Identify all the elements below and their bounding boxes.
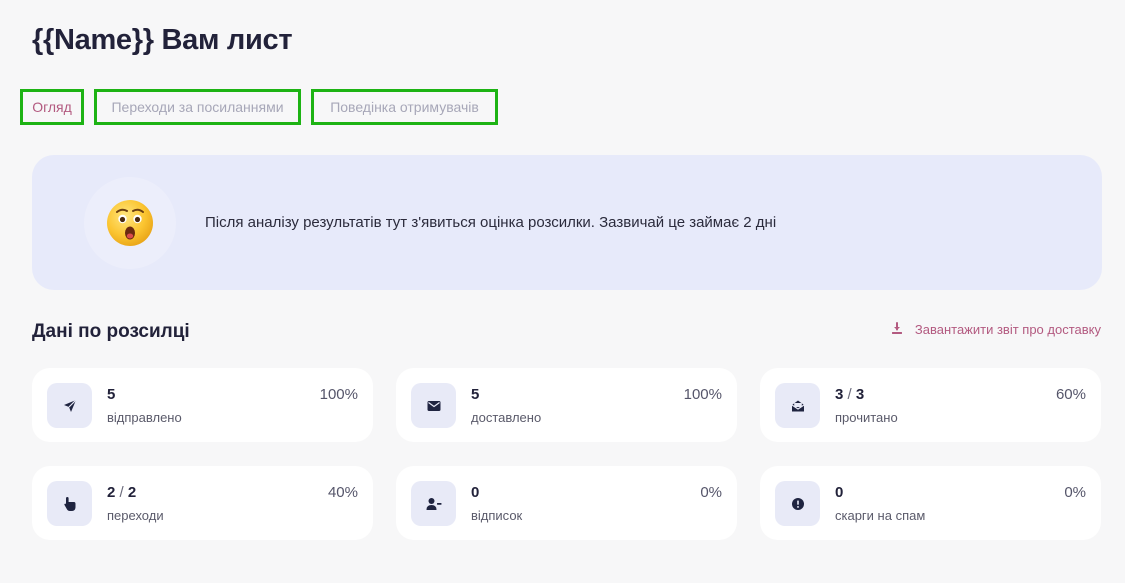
- stat-value: 5: [107, 386, 116, 403]
- stat-percent: 100%: [319, 386, 358, 403]
- download-icon: [891, 322, 903, 337]
- pointer-hand-icon: [47, 481, 92, 526]
- download-report-link[interactable]: Завантажити звіт про доставку: [891, 322, 1101, 337]
- envelope-icon: [411, 383, 456, 428]
- stat-label: прочитано: [835, 410, 898, 425]
- stat-label: доставлено: [471, 410, 542, 425]
- tab-overview[interactable]: Огляд: [20, 89, 84, 125]
- banner-message: Після аналізу результатів тут з'явиться …: [205, 214, 777, 231]
- open-envelope-icon: [775, 383, 820, 428]
- stat-label: відправлено: [107, 410, 182, 425]
- stat-card-delivered: 5 доставлено 100%: [396, 368, 737, 442]
- download-report-label: Завантажити звіт про доставку: [914, 322, 1101, 337]
- section-title: Дані по розсилці: [32, 321, 190, 342]
- stat-value: 0: [835, 484, 844, 501]
- stat-label: відписок: [471, 508, 523, 523]
- stat-card-read: 3 / 3 прочитано 60%: [760, 368, 1101, 442]
- stat-value: 3 / 3: [835, 386, 865, 403]
- stat-card-unsubscribes: 0 відписок 0%: [396, 466, 737, 540]
- stat-percent: 60%: [1055, 386, 1086, 403]
- stat-card-spam-complaints: 0 скарги на спам 0%: [760, 466, 1101, 540]
- stat-label: скарги на спам: [835, 508, 926, 523]
- astonished-face-icon: [84, 177, 176, 269]
- stat-value: 5: [471, 386, 480, 403]
- alert-icon: [775, 481, 820, 526]
- stat-card-clicks: 2 / 2 переходи 40%: [32, 466, 373, 540]
- report-page: {{Name}} Вам лист Огляд Переходи за поси…: [0, 0, 1125, 583]
- stat-percent: 0%: [700, 484, 722, 501]
- page-title: {{Name}} Вам лист: [32, 24, 293, 56]
- stat-percent: 0%: [1064, 484, 1086, 501]
- stat-card-sent: 5 відправлено 100%: [32, 368, 373, 442]
- stat-value: 0: [471, 484, 480, 501]
- stat-label: переходи: [107, 508, 164, 523]
- stat-value: 2 / 2: [107, 484, 137, 501]
- tab-recipient-behavior[interactable]: Поведінка отримувачів: [311, 89, 498, 125]
- stat-percent: 40%: [327, 484, 358, 501]
- tab-link-clicks[interactable]: Переходи за посиланнями: [94, 89, 301, 125]
- user-minus-icon: [411, 481, 456, 526]
- stat-percent: 100%: [683, 386, 722, 403]
- paper-plane-icon: [47, 383, 92, 428]
- evaluation-banner: Після аналізу результатів тут з'явиться …: [32, 155, 1102, 290]
